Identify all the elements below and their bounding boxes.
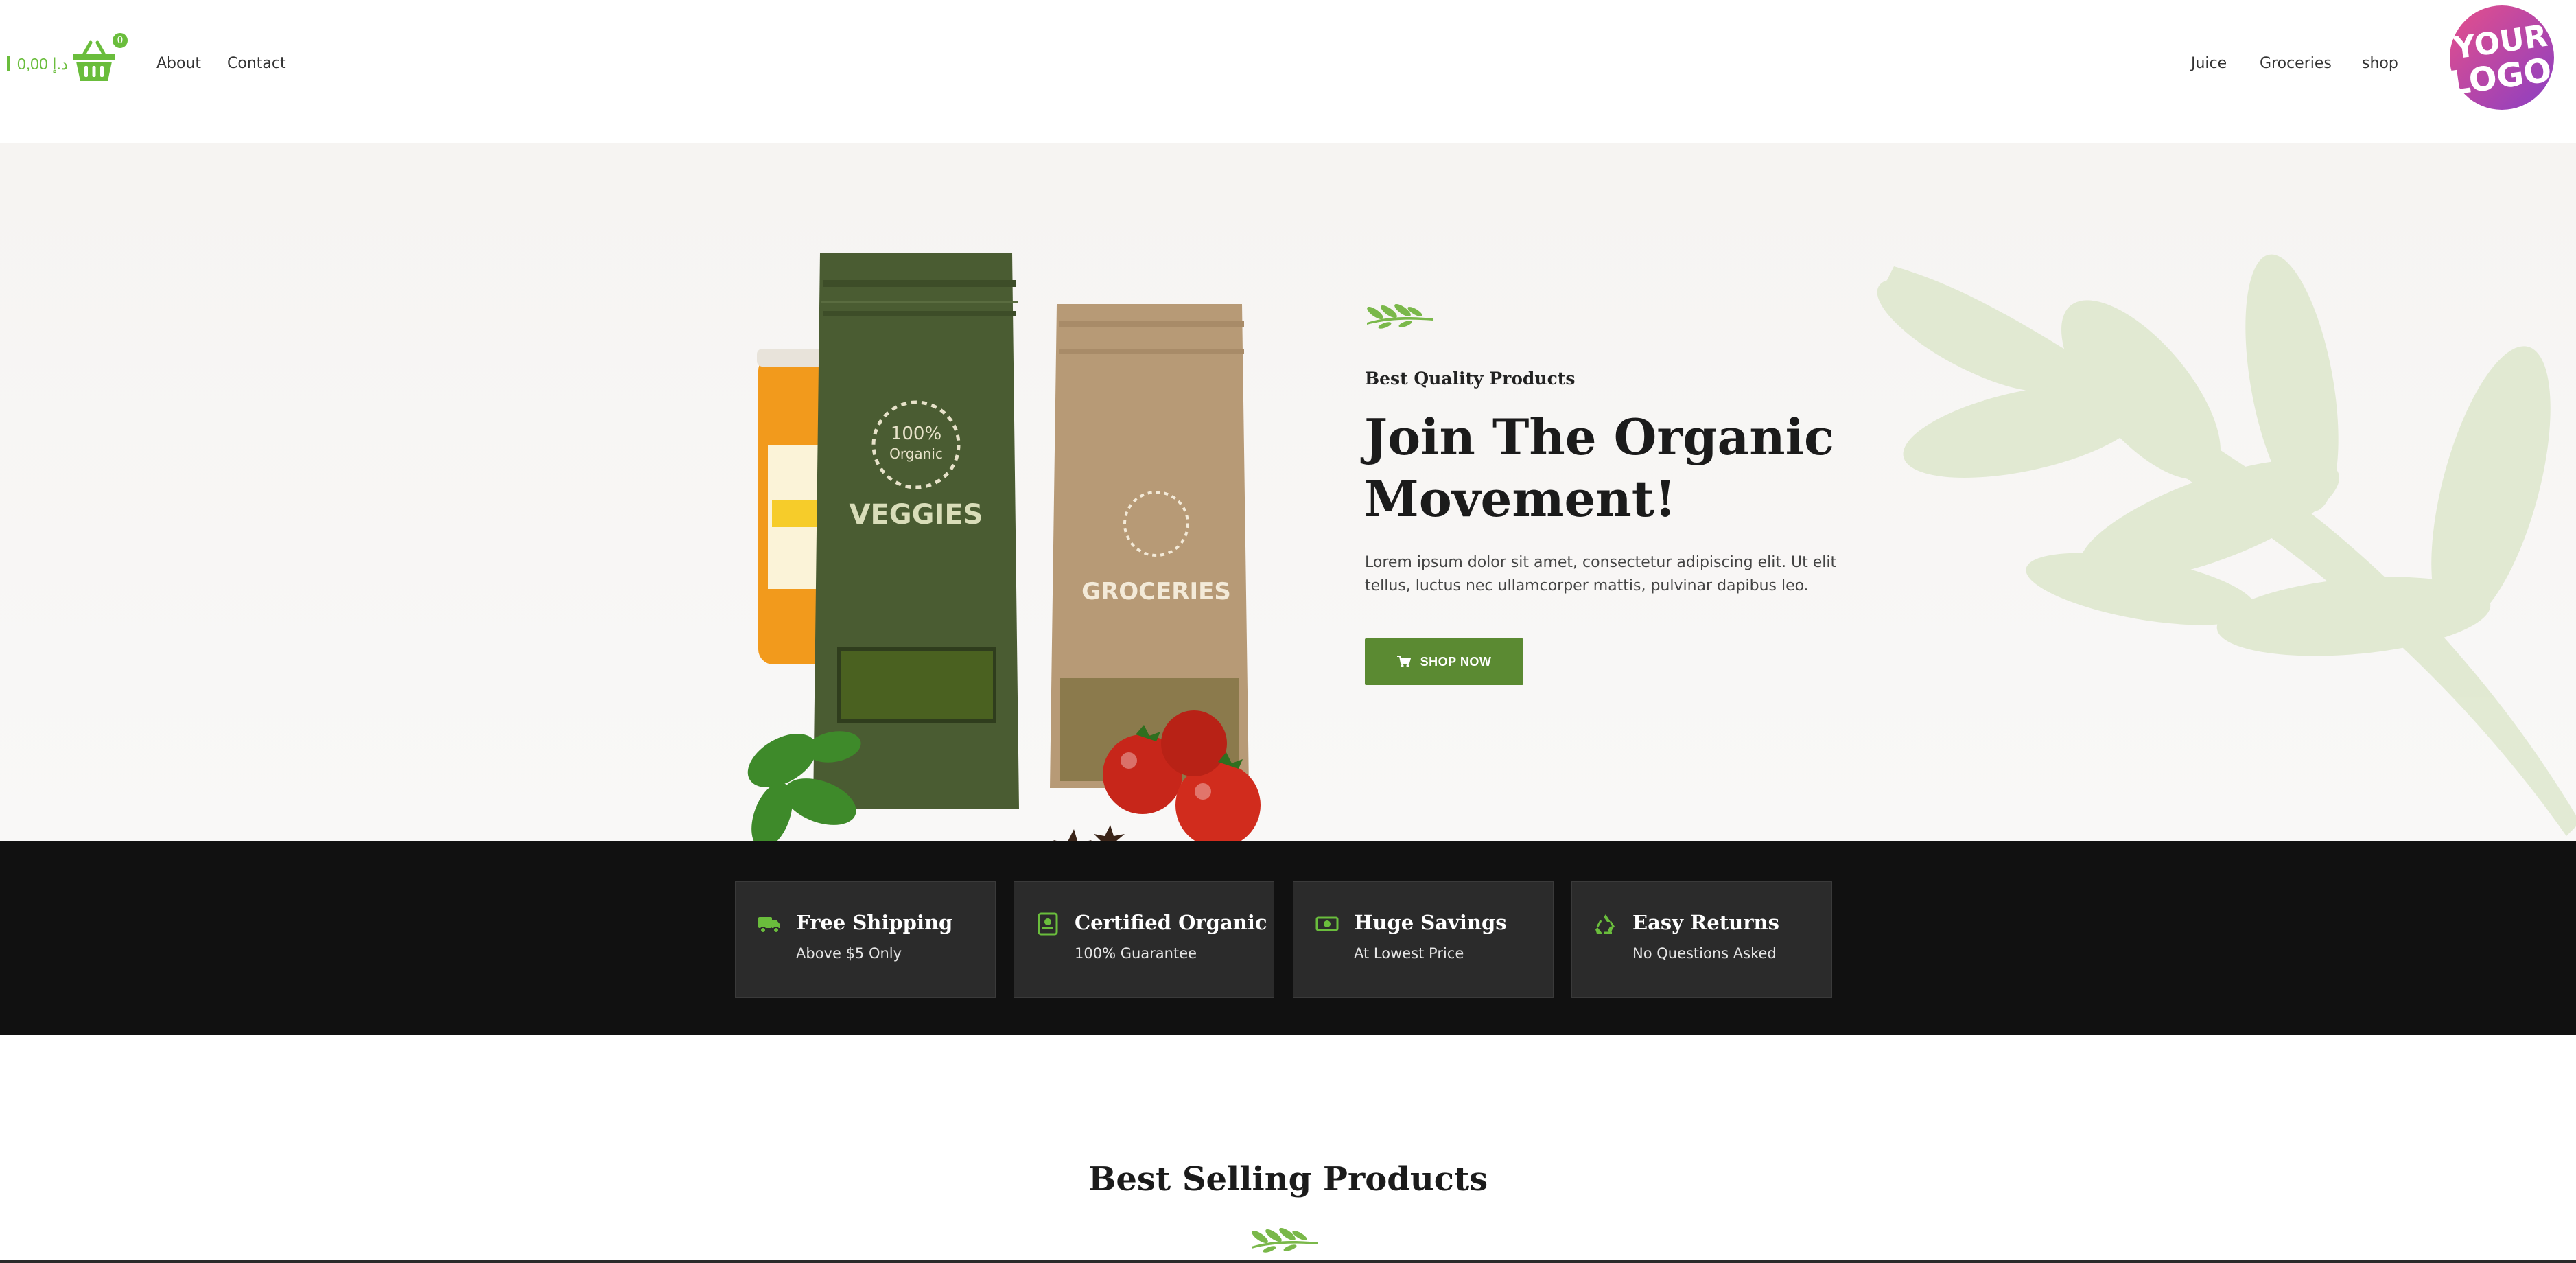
site-header: 0,00 د.إ 0 About Contact Juice Groceries… — [0, 0, 2576, 143]
cart-total[interactable]: 0,00 د.إ — [7, 54, 68, 74]
page-bottom-edge — [0, 1260, 2576, 1263]
hero-description: Lorem ipsum dolor sit amet, consectetur … — [1365, 554, 1837, 594]
hero-title: Join The Organic Movement! — [1364, 408, 1834, 528]
svg-text:VEGGIES: VEGGIES — [850, 499, 983, 531]
cart-amount: 0,00 د.إ — [17, 54, 69, 73]
hero-eyebrow: Best Quality Products — [1365, 369, 1576, 389]
nav-groceries[interactable]: Groceries — [2260, 54, 2332, 74]
feature-title: Easy Returns — [1632, 911, 1779, 934]
sprig-icon — [1252, 1227, 1318, 1253]
site-logo[interactable]: YOUR LOGO — [2446, 3, 2558, 113]
feature-title: Certified Organic — [1075, 911, 1267, 934]
feature-subtitle: 100% Guarantee — [1075, 945, 1197, 962]
truck-icon — [758, 917, 780, 934]
svg-text:Organic: Organic — [889, 445, 943, 462]
feature-card-easy-returns: Easy Returns No Questions Asked — [1571, 881, 1832, 998]
svg-text:100%: 100% — [891, 424, 941, 444]
feature-card-free-shipping: Free Shipping Above $5 Only — [735, 881, 996, 998]
svg-text:GROCERIES: GROCERIES — [1081, 578, 1231, 605]
feature-subtitle: Above $5 Only — [796, 945, 902, 962]
recycle-icon — [1595, 914, 1615, 934]
feature-title: Free Shipping — [796, 911, 953, 934]
hero-product-image: GROCERIES 100% Organic VEGGIES — [747, 253, 1261, 841]
feature-subtitle: At Lowest Price — [1354, 945, 1464, 962]
nav-shop[interactable]: shop — [2362, 54, 2398, 74]
feature-card-huge-savings: Huge Savings At Lowest Price — [1293, 881, 1554, 998]
certificate-icon — [1038, 912, 1058, 936]
money-icon — [1315, 916, 1339, 931]
basket-icon[interactable] — [71, 40, 117, 82]
nav-about[interactable]: About — [156, 54, 201, 74]
cart-indicator-bar — [7, 56, 10, 71]
feature-subtitle: No Questions Asked — [1632, 945, 1777, 962]
shop-now-button[interactable]: SHOP NOW — [1365, 638, 1523, 685]
hero-section: GROCERIES 100% Organic VEGGIES Best Qual… — [0, 143, 2576, 841]
feature-title: Huge Savings — [1354, 911, 1507, 934]
cart-count-badge: 0 — [111, 32, 129, 49]
feature-card-certified-organic: Certified Organic 100% Guarantee — [1014, 881, 1274, 998]
cart-icon — [1396, 656, 1411, 667]
shop-now-label: SHOP NOW — [1420, 654, 1492, 669]
sprig-icon — [1367, 303, 1433, 329]
best-selling-title: Best Selling Products — [1088, 1160, 1488, 1198]
olive-branch-decoration — [1877, 254, 2576, 836]
features-band: Free Shipping Above $5 Only Certified Or… — [0, 841, 2576, 1035]
nav-juice[interactable]: Juice — [2191, 54, 2227, 74]
nav-contact[interactable]: Contact — [227, 54, 286, 74]
